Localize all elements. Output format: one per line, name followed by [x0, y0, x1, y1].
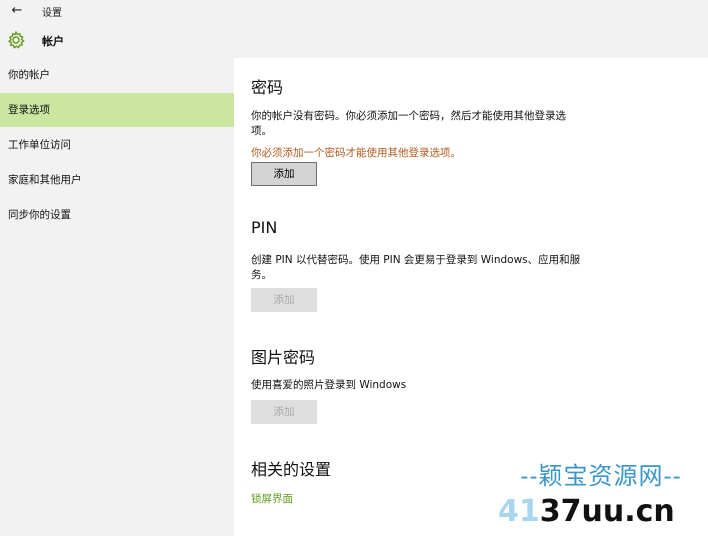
password-section-title: 密码: [251, 78, 284, 97]
watermark-site-name: --颖宝资源网--: [520, 462, 682, 490]
sidebar-item-family-other-users[interactable]: 家庭和其他用户: [0, 163, 234, 197]
back-arrow-icon[interactable]: ←: [8, 2, 26, 20]
password-description: 你的帐户没有密码。你必须添加一个密码，然后才能使用其他登录选项。: [251, 110, 566, 137]
password-add-button[interactable]: 添加: [251, 162, 317, 186]
sidebar: 你的帐户 登录选项 工作单位访问 家庭和其他用户 同步你的设置: [0, 58, 234, 536]
sidebar-item-sign-in-options[interactable]: 登录选项: [0, 93, 234, 127]
pin-add-button: 添加: [251, 288, 317, 312]
watermark: --颖宝资源网-- 4137uu.cn: [494, 454, 708, 536]
watermark-domain-pale: 41: [498, 494, 540, 529]
sidebar-item-your-account[interactable]: 你的帐户: [0, 58, 234, 92]
picture-password-section-title: 图片密码: [251, 348, 316, 367]
watermark-domain: 4137uu.cn: [498, 494, 708, 529]
related-settings-title: 相关的设置: [251, 460, 332, 479]
pin-description: 创建 PIN 以代替密码。使用 PIN 会更易于登录到 Windows、应用和服…: [251, 254, 581, 281]
page-title: 帐户: [42, 35, 64, 48]
gear-icon: [7, 30, 25, 49]
picture-password-description: 使用喜爱的照片登录到 Windows: [251, 379, 407, 391]
password-warning: 你必须添加一个密码才能使用其他登录选项。: [251, 147, 461, 159]
watermark-domain-dark: 37uu.cn: [539, 494, 675, 529]
pin-section-title: PIN: [251, 218, 278, 237]
sidebar-item-sync-settings[interactable]: 同步你的设置: [0, 198, 234, 232]
picture-password-add-button: 添加: [251, 400, 317, 424]
page-header: 帐户: [0, 26, 708, 56]
app-title: 设置: [42, 8, 62, 19]
sidebar-item-work-access[interactable]: 工作单位访问: [0, 128, 234, 162]
title-bar: ← 设置: [0, 0, 708, 22]
lock-screen-link[interactable]: 锁屏界面: [251, 491, 293, 506]
